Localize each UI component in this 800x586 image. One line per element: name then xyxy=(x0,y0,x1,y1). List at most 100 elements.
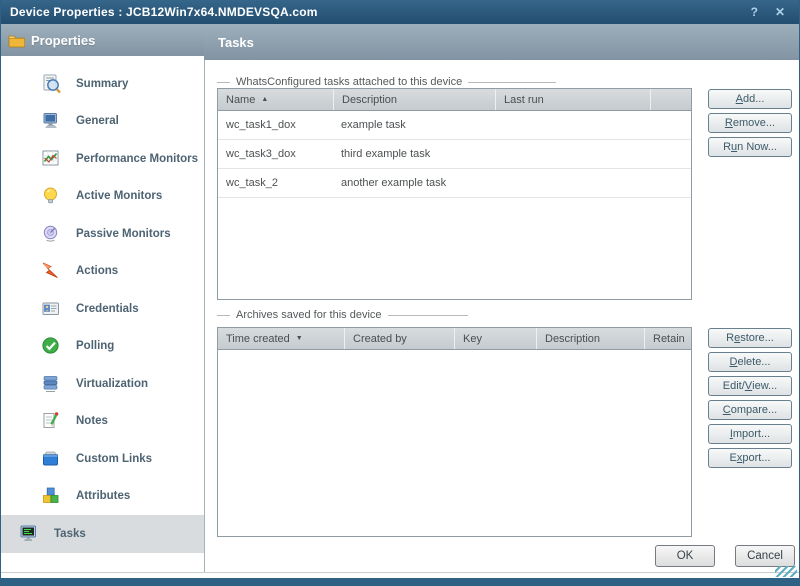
sidebar-item-performance-monitors[interactable]: Performance Monitors xyxy=(1,140,204,178)
column-header-retain[interactable]: Retain xyxy=(644,328,691,349)
close-button[interactable]: ✕ xyxy=(775,6,785,18)
active-monitors-icon xyxy=(41,186,61,206)
custom-links-icon xyxy=(41,449,61,469)
window-title: Device Properties : JCB12Win7x64.NMDEVSQ… xyxy=(0,5,318,19)
tasks-group-legend-text: WhatsConfigured tasks attached to this d… xyxy=(236,76,462,88)
sidebar-item-summary[interactable]: Summary xyxy=(1,65,204,103)
sort-asc-icon: ▲ xyxy=(261,96,268,103)
tasks-icon xyxy=(19,524,39,544)
window-border-left xyxy=(0,0,1,586)
attributes-icon xyxy=(41,486,61,506)
general-icon xyxy=(41,111,61,131)
sidebar-item-label: Performance Monitors xyxy=(76,153,198,165)
sidebar-item-label: Attributes xyxy=(76,490,130,502)
title-bar[interactable]: Device Properties : JCB12Win7x64.NMDEVSQ… xyxy=(0,0,800,24)
virtualization-icon xyxy=(41,374,61,394)
title-bar-buttons: ? ✕ xyxy=(751,6,800,18)
summary-icon xyxy=(41,74,61,94)
sidebar-item-general[interactable]: General xyxy=(1,103,204,141)
footer-divider xyxy=(0,572,800,573)
restore-button[interactable]: Restore... xyxy=(708,328,792,348)
cancel-button[interactable]: Cancel xyxy=(735,545,795,567)
notes-icon xyxy=(41,411,61,431)
task-last-run-cell xyxy=(495,111,650,139)
sidebar-item-attributes[interactable]: Attributes xyxy=(1,478,204,516)
legend-line xyxy=(217,82,230,83)
tasks-buttons: Add... Remove... Run Now... xyxy=(708,89,792,157)
sidebar-item-label: Polling xyxy=(76,340,114,352)
column-header-created-by[interactable]: Created by xyxy=(344,328,454,349)
sidebar-item-label: Summary xyxy=(76,78,128,90)
column-header-last-run[interactable]: Last run xyxy=(495,89,650,110)
remove-button[interactable]: Remove... xyxy=(708,113,792,133)
sidebar-item-label: Credentials xyxy=(76,303,139,315)
tasks-panel: Tasks WhatsConfigured tasks attached to … xyxy=(204,24,799,572)
window-border-bottom xyxy=(0,578,800,586)
export-button[interactable]: Export... xyxy=(708,448,792,468)
edit-view-button[interactable]: Edit/View... xyxy=(708,376,792,396)
task-name-cell: wc_task_2 xyxy=(218,169,333,197)
column-header-key[interactable]: Key xyxy=(454,328,536,349)
panel-title: Tasks xyxy=(218,35,254,50)
ok-button[interactable]: OK xyxy=(655,545,715,567)
sidebar-item-tasks[interactable]: Tasks xyxy=(1,515,204,553)
add-button[interactable]: Add... xyxy=(708,89,792,109)
sidebar-item-label: Tasks xyxy=(54,528,86,540)
panel-header: Tasks xyxy=(204,24,799,60)
help-button[interactable]: ? xyxy=(751,6,758,18)
archives-group-legend: Archives saved for this device xyxy=(217,309,468,321)
import-button[interactable]: Import... xyxy=(708,424,792,444)
tasks-table: Name ▲ Description Last run wc_task1_dox xyxy=(217,88,692,300)
tasks-table-header: Name ▲ Description Last run xyxy=(218,89,691,111)
column-header-description[interactable]: Description xyxy=(333,89,495,110)
compare-button[interactable]: Compare... xyxy=(708,400,792,420)
sort-desc-icon: ▼ xyxy=(296,335,303,342)
credentials-icon xyxy=(41,299,61,319)
sidebar: Summary General Performance Monitors xyxy=(1,56,204,572)
sidebar-item-label: General xyxy=(76,115,119,127)
task-name-cell: wc_task1_dox xyxy=(218,111,333,139)
tasks-group-legend: WhatsConfigured tasks attached to this d… xyxy=(217,76,556,88)
sidebar-item-credentials[interactable]: Credentials xyxy=(1,290,204,328)
sidebar-item-active-monitors[interactable]: Active Monitors xyxy=(1,178,204,216)
column-header-description[interactable]: Description xyxy=(536,328,644,349)
panel-body: WhatsConfigured tasks attached to this d… xyxy=(204,60,799,572)
sidebar-item-label: Notes xyxy=(76,415,108,427)
column-header-name[interactable]: Name ▲ xyxy=(218,89,333,110)
column-header-time-created[interactable]: Time created ▼ xyxy=(218,328,344,349)
legend-line xyxy=(388,315,468,316)
legend-line xyxy=(217,315,230,316)
task-description-cell: another example task xyxy=(333,169,495,197)
task-name-cell: wc_task3_dox xyxy=(218,140,333,168)
delete-button[interactable]: Delete... xyxy=(708,352,792,372)
sidebar-item-virtualization[interactable]: Virtualization xyxy=(1,365,204,403)
sidebar-item-custom-links[interactable]: Custom Links xyxy=(1,440,204,478)
task-row[interactable]: wc_task3_dox third example task xyxy=(218,140,691,169)
sidebar-item-notes[interactable]: Notes xyxy=(1,403,204,441)
task-last-run-cell xyxy=(495,140,650,168)
task-description-cell: example task xyxy=(333,111,495,139)
folder-icon xyxy=(8,33,25,48)
task-last-run-cell xyxy=(495,169,650,197)
sidebar-item-polling[interactable]: Polling xyxy=(1,328,204,366)
task-description-cell: third example task xyxy=(333,140,495,168)
task-row[interactable]: wc_task1_dox example task xyxy=(218,111,691,140)
sidebar-item-label: Passive Monitors xyxy=(76,228,171,240)
sidebar-item-actions[interactable]: Actions xyxy=(1,253,204,291)
passive-monitors-icon xyxy=(41,224,61,244)
task-row[interactable]: wc_task_2 another example task xyxy=(218,169,691,198)
archives-table-header: Time created ▼ Created by Key Descriptio… xyxy=(218,328,691,350)
legend-line xyxy=(468,82,556,83)
sidebar-item-passive-monitors[interactable]: Passive Monitors xyxy=(1,215,204,253)
sidebar-item-label: Custom Links xyxy=(76,453,152,465)
sidebar-item-label: Active Monitors xyxy=(76,190,162,202)
device-properties-dialog: Device Properties : JCB12Win7x64.NMDEVSQ… xyxy=(0,0,800,586)
archives-group-legend-text: Archives saved for this device xyxy=(236,309,382,321)
sidebar-item-label: Virtualization xyxy=(76,378,148,390)
column-header-blank[interactable] xyxy=(650,89,691,110)
run-now-button[interactable]: Run Now... xyxy=(708,137,792,157)
sidebar-item-label: Actions xyxy=(76,265,118,277)
resize-grip[interactable] xyxy=(775,566,797,577)
archives-table: Time created ▼ Created by Key Descriptio… xyxy=(217,327,692,537)
actions-icon xyxy=(41,261,61,281)
